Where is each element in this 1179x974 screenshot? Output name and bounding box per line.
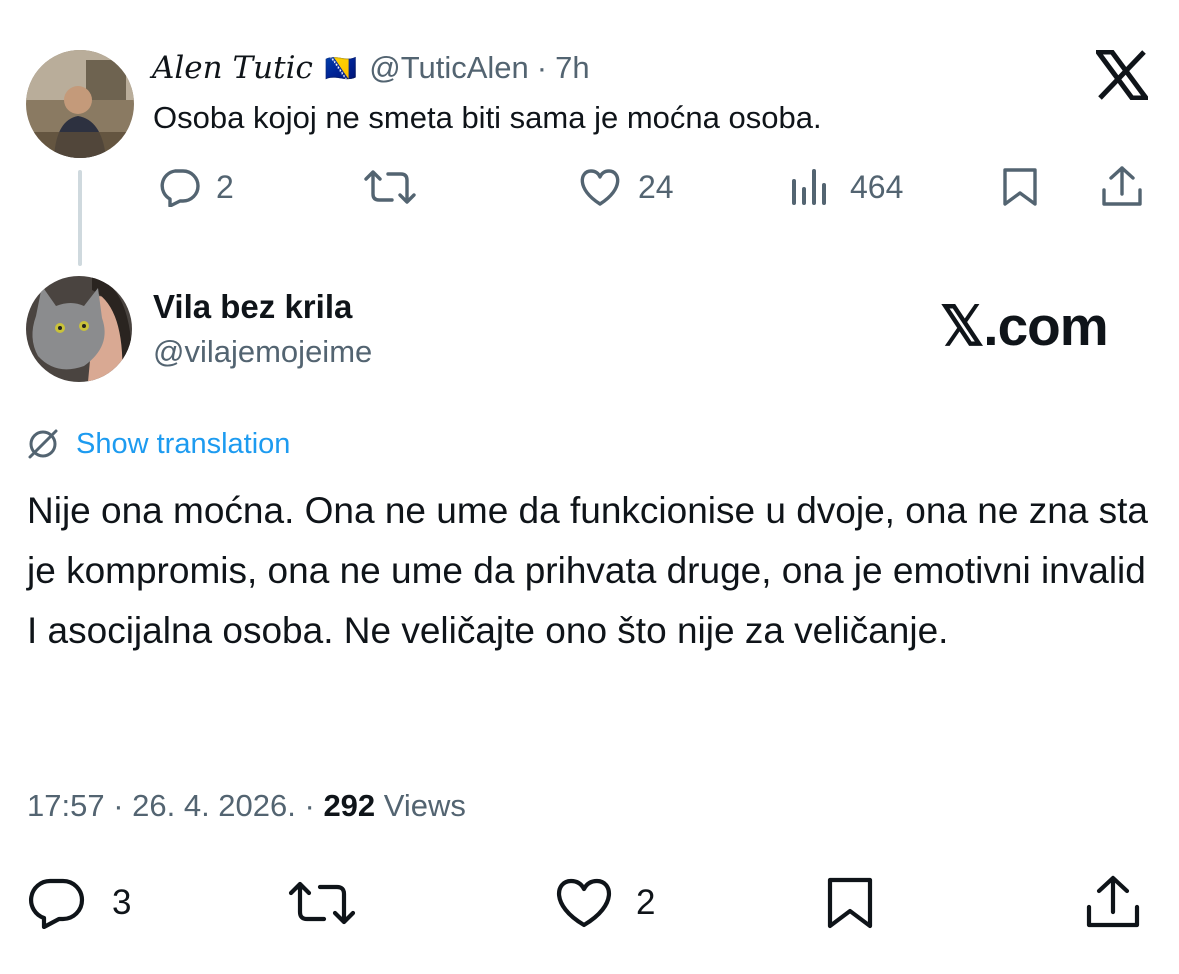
reply-bookmark-button[interactable] (824, 876, 876, 930)
reply-like-button[interactable]: 2 (554, 878, 655, 928)
parent-views-button[interactable]: 464 (790, 166, 903, 208)
reply-avatar[interactable] (26, 276, 132, 382)
analytics-icon (790, 167, 830, 207)
flag-icon: 🇧🇦 (324, 52, 358, 83)
parent-handle[interactable]: @TuticAlen (369, 50, 529, 86)
parent-avatar[interactable] (26, 50, 134, 158)
parent-share-button[interactable] (1100, 164, 1144, 208)
heart-icon (578, 167, 622, 207)
reply-like-count: 2 (636, 883, 656, 922)
show-translation-link[interactable]: Show translation (26, 424, 290, 464)
reply-reply-count: 3 (112, 883, 132, 922)
parent-bookmark-button[interactable] (1000, 166, 1040, 208)
parent-reply-button[interactable]: 2 (158, 166, 234, 208)
reply-reply-button[interactable]: 3 (28, 877, 132, 929)
reply-meta: 17:57 · 26. 4. 2026. · 292 Views (27, 786, 466, 826)
parent-time[interactable]: 7h (555, 50, 589, 86)
globe-icon (26, 427, 60, 461)
avatar-photo (26, 276, 132, 382)
reply-timestamp[interactable]: 17:57 · 26. 4. 2026. · (27, 788, 323, 824)
reply-display-name[interactable]: Vila bez krila (153, 288, 352, 326)
reply-views-count: 292 (323, 788, 376, 823)
x-logo-icon[interactable] (1093, 49, 1151, 101)
share-icon (1102, 166, 1142, 206)
reply-share-button[interactable] (1084, 874, 1142, 930)
reply-text: Nije ona moćna. Ona ne ume da funkcionis… (27, 490, 1148, 651)
share-icon (1086, 875, 1140, 928)
show-translation-label: Show translation (76, 427, 291, 460)
reply-icon (158, 167, 200, 207)
parent-header: Alen Tutic 🇧🇦 @TuticAlen · 7h (152, 48, 590, 88)
parent-display-name[interactable]: Alen Tutic (152, 50, 313, 86)
x-com-logo: 𝕏.com (940, 295, 1109, 357)
parent-separator: · (536, 50, 548, 85)
parent-repost-button[interactable] (362, 166, 418, 208)
heart-icon (554, 877, 614, 929)
avatar-photo (26, 50, 134, 158)
parent-reply-count: 2 (216, 168, 234, 205)
parent-text: Osoba kojoj ne smeta biti sama je moćna … (153, 100, 822, 135)
parent-view-count: 464 (850, 168, 904, 205)
reply-views-label: Views (375, 788, 466, 823)
repost-icon (362, 167, 418, 207)
bookmark-icon (827, 877, 873, 929)
repost-icon (287, 878, 357, 928)
reply-handle[interactable]: @vilajemojeime (153, 334, 372, 370)
reply-icon (28, 877, 86, 929)
bookmark-icon (1003, 168, 1037, 206)
reply-repost-button[interactable] (287, 878, 357, 928)
parent-like-count: 24 (638, 168, 674, 205)
parent-like-button[interactable]: 24 (578, 166, 674, 208)
thread-line (78, 170, 82, 266)
